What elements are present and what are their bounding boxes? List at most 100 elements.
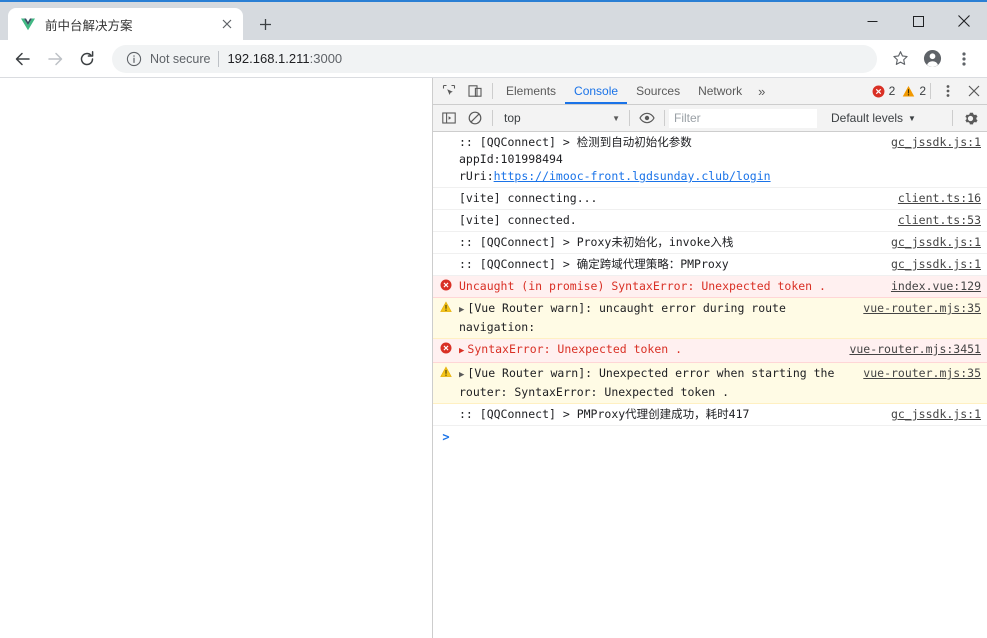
message-gutter [433, 134, 459, 135]
execution-context-selector[interactable]: top ▼ [497, 108, 625, 128]
url-host: 192.168.1.211 [227, 51, 310, 66]
message-source-link[interactable]: gc_jssdk.js:1 [891, 406, 981, 423]
console-filter-input[interactable] [669, 108, 817, 128]
clear-console-icon[interactable] [462, 106, 488, 131]
message-source-link[interactable]: client.ts:53 [898, 212, 981, 229]
browser-body: Elements Console Sources Network » 2 2 t… [0, 78, 987, 638]
message-source-link[interactable]: gc_jssdk.js:1 [891, 134, 981, 151]
title-bar: 前中台解决方案 [0, 0, 987, 40]
browser-tab[interactable]: 前中台解决方案 [8, 8, 243, 40]
devtools-panel: Elements Console Sources Network » 2 2 t… [432, 78, 987, 638]
message-text-value: [Vue Router warn]: Unexpected error when… [459, 366, 842, 399]
expand-triangle-icon[interactable]: ▶ [459, 370, 464, 380]
forward-icon[interactable] [40, 44, 70, 74]
vue-logo-icon [20, 16, 36, 32]
filterbar-divider-1 [492, 110, 493, 126]
filterbar-divider-3 [664, 110, 665, 126]
tab-network[interactable]: Network [689, 78, 751, 104]
devtools-menu-icon[interactable] [935, 79, 961, 104]
console-prompt[interactable]: > [433, 426, 987, 445]
console-message-list[interactable]: :: [QQConnect] > 检测到自动初始化参数 appId:101998… [433, 132, 987, 638]
tab-close-icon[interactable] [217, 14, 237, 34]
console-error-message[interactable]: Uncaught (in promise) SyntaxError: Unexp… [433, 276, 987, 298]
page-viewport [0, 78, 432, 638]
message-text: ▶ [Vue Router warn]: Unexpected error whe… [459, 365, 855, 401]
error-count-badge[interactable]: 2 [872, 84, 896, 98]
message-body: ▶ [Vue Router warn]: Unexpected error whe… [459, 365, 863, 401]
message-body: ▶ [Vue Router warn]: uncaught error durin… [459, 300, 863, 336]
message-body: [vite] connected. [459, 212, 898, 229]
minimize-button[interactable] [849, 2, 895, 40]
message-source-link[interactable]: vue-router.mjs:35 [863, 365, 981, 382]
message-source-link[interactable]: gc_jssdk.js:1 [891, 256, 981, 273]
message-source-link[interactable]: gc_jssdk.js:1 [891, 234, 981, 251]
new-tab-button[interactable] [251, 10, 279, 38]
browser-window: 前中台解决方案 Not secure 192.168.1.211:3000 El… [0, 0, 987, 638]
message-text: :: [QQConnect] > 检测到自动初始化参数 [459, 135, 692, 149]
maximize-button[interactable] [895, 2, 941, 40]
message-source-link[interactable]: client.ts:16 [898, 190, 981, 207]
message-text: ▶ [Vue Router warn]: uncaught error durin… [459, 300, 855, 336]
console-message[interactable]: :: [QQConnect] > 确定跨域代理策略：PMProxy gc_jss… [433, 254, 987, 276]
expand-triangle-icon[interactable]: ▶ [459, 346, 464, 356]
error-circle-icon [433, 278, 459, 291]
warning-triangle-icon [433, 300, 459, 313]
address-bar[interactable]: Not secure 192.168.1.211:3000 [112, 44, 877, 73]
tab-console[interactable]: Console [565, 78, 627, 104]
warning-count-badge[interactable]: 2 [902, 84, 926, 98]
back-icon[interactable] [8, 44, 38, 74]
security-status-label: Not secure [150, 51, 211, 66]
chevron-down-icon: ▼ [612, 113, 620, 123]
console-message[interactable]: :: [QQConnect] > Proxy未初始化，invoke入栈 gc_j… [433, 232, 987, 254]
tab-title: 前中台解决方案 [45, 18, 133, 33]
message-gutter [433, 234, 459, 235]
message-link[interactable]: https://imooc-front.lgdsunday.club/login [494, 169, 771, 183]
message-body: :: [QQConnect] > Proxy未初始化，invoke入栈 [459, 234, 891, 251]
tab-sources[interactable]: Sources [627, 78, 689, 104]
profile-icon[interactable] [917, 44, 947, 74]
warning-triangle-icon [433, 365, 459, 378]
message-source-link[interactable]: index.vue:129 [891, 278, 981, 295]
console-message[interactable]: [vite] connected. client.ts:53 [433, 210, 987, 232]
star-icon[interactable] [885, 44, 915, 74]
message-text: appId:101998494 [459, 152, 563, 166]
message-text: :: [QQConnect] > Proxy未初始化，invoke入栈 [459, 235, 734, 249]
message-gutter [433, 406, 459, 407]
message-text: rUri:https://imooc-front.lgdsunday.club/… [459, 168, 883, 185]
console-message[interactable]: [vite] connecting... client.ts:16 [433, 188, 987, 210]
tab-strip: 前中台解决方案 [0, 2, 279, 40]
devtools-close-icon[interactable] [961, 79, 987, 104]
console-message[interactable]: :: [QQConnect] > PMProxy代理创建成功，耗时417 gc_… [433, 404, 987, 426]
filterbar-divider-2 [629, 110, 630, 126]
console-warning-message[interactable]: ▶ [Vue Router warn]: uncaught error durin… [433, 298, 987, 339]
gear-icon[interactable] [957, 106, 983, 131]
message-body: :: [QQConnect] > 确定跨域代理策略：PMProxy [459, 256, 891, 273]
url-prefix: rUri: [459, 169, 494, 183]
message-gutter [433, 190, 459, 191]
log-levels-selector[interactable]: Default levels ▼ [831, 111, 916, 125]
message-text: [vite] connected. [459, 213, 577, 227]
device-toolbar-icon[interactable] [462, 79, 488, 104]
not-secure-info-icon[interactable] [126, 51, 142, 67]
message-source-link[interactable]: vue-router.mjs:35 [863, 300, 981, 317]
close-button[interactable] [941, 2, 987, 40]
console-error-message[interactable]: ▶ SyntaxError: Unexpected token . vue-rou… [433, 339, 987, 363]
console-message[interactable]: :: [QQConnect] > 检测到自动初始化参数 appId:101998… [433, 132, 987, 188]
message-body: :: [QQConnect] > PMProxy代理创建成功，耗时417 [459, 406, 891, 423]
more-tabs-icon[interactable]: » [751, 78, 772, 104]
error-count: 2 [888, 84, 896, 98]
console-warning-message[interactable]: ▶ [Vue Router warn]: Unexpected error whe… [433, 363, 987, 404]
message-body: Uncaught (in promise) SyntaxError: Unexp… [459, 278, 891, 295]
reload-icon[interactable] [72, 44, 102, 74]
error-circle-icon [433, 341, 459, 354]
prompt-caret-icon: > [442, 430, 450, 444]
console-sidebar-toggle-icon[interactable] [436, 106, 462, 131]
expand-triangle-icon[interactable]: ▶ [459, 305, 464, 315]
warning-count: 2 [919, 84, 926, 98]
tab-elements[interactable]: Elements [497, 78, 565, 104]
live-expression-eye-icon[interactable] [634, 106, 660, 131]
message-source-link[interactable]: vue-router.mjs:3451 [849, 341, 981, 358]
three-dot-menu-icon[interactable] [949, 44, 979, 74]
message-text-value: [Vue Router warn]: uncaught error during… [459, 301, 793, 334]
inspect-element-icon[interactable] [436, 79, 462, 104]
